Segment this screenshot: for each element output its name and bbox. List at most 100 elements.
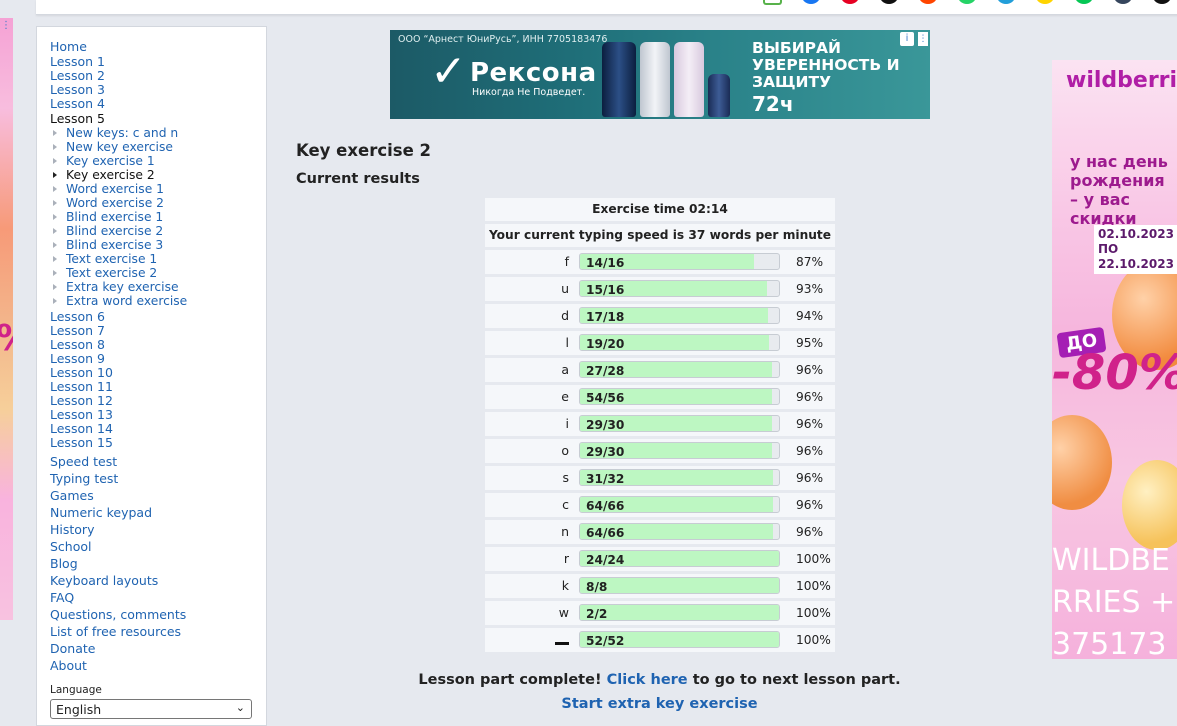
ad-info-icon[interactable]: i <box>900 32 914 46</box>
submenu-item[interactable]: Key exercise 2 <box>53 168 187 182</box>
ad-slogan: Никогда Не Подведет. <box>472 87 586 98</box>
key-label: e <box>561 389 569 404</box>
sidebar-link-about[interactable]: About <box>50 657 187 674</box>
cart-icon[interactable] <box>763 0 782 5</box>
result-row: k 8/8 100% <box>485 574 835 598</box>
key-count: 54/56 <box>586 391 625 405</box>
sidebar-link-speed-test[interactable]: Speed test <box>50 453 187 470</box>
exercise-time: Exercise time 02:14 <box>485 198 835 221</box>
sidebar-item-lesson-3[interactable]: Lesson 3 <box>50 83 187 97</box>
sidebar-link-history[interactable]: History <box>50 521 187 538</box>
extra-exercise-link[interactable]: Start extra key exercise <box>296 696 1023 712</box>
submenu-item[interactable]: Word exercise 2 <box>53 196 187 210</box>
ad-options-icon[interactable]: ⋮ <box>1 21 11 31</box>
triangle-bullet-icon <box>53 270 57 276</box>
submenu-item[interactable]: Text exercise 2 <box>53 266 187 280</box>
sidebar-item-lesson-14[interactable]: Lesson 14 <box>50 422 187 436</box>
sidebar-link-list-of-free-resources[interactable]: List of free resources <box>50 623 187 640</box>
key-count: 19/20 <box>586 337 625 351</box>
result-row: a 27/28 96% <box>485 358 835 382</box>
whatsapp-icon[interactable] <box>957 0 977 4</box>
accuracy-bar: 27/28 <box>579 361 780 378</box>
submenu-item-label: Extra word exercise <box>66 294 188 308</box>
x-icon[interactable] <box>879 0 899 4</box>
next-lesson-link[interactable]: Click here <box>607 672 688 688</box>
submenu-item[interactable]: Blind exercise 3 <box>53 238 187 252</box>
triangle-bullet-icon <box>53 214 57 220</box>
sidebar-link-typing-test[interactable]: Typing test <box>50 470 187 487</box>
space-key-icon <box>485 628 569 645</box>
sidebar-item-lesson-15[interactable]: Lesson 15 <box>50 436 187 450</box>
submenu-item-label: Key exercise 1 <box>66 154 155 168</box>
submenu-item-label: Word exercise 1 <box>66 182 164 196</box>
sidebar-item-lesson-12[interactable]: Lesson 12 <box>50 394 187 408</box>
sidebar-link-donate[interactable]: Donate <box>50 640 187 657</box>
triangle-bullet-icon <box>53 186 57 192</box>
sidebar-item-lesson-6[interactable]: Lesson 6 <box>50 310 187 324</box>
sidebar-link-blog[interactable]: Blog <box>50 555 187 572</box>
left-side-ad[interactable]: ⋮ % <box>0 18 13 620</box>
submenu-item[interactable]: Blind exercise 2 <box>53 224 187 238</box>
result-row: l 19/20 95% <box>485 331 835 355</box>
language-select[interactable]: English ⌄ <box>50 699 252 719</box>
key-accuracy-percent: 100% <box>796 606 831 620</box>
facebook-icon[interactable] <box>801 0 821 4</box>
sidebar-item-lesson-11[interactable]: Lesson 11 <box>50 380 187 394</box>
submenu-item[interactable]: Extra word exercise <box>53 294 188 310</box>
sidebar-item-lesson-7[interactable]: Lesson 7 <box>50 324 187 338</box>
ad-brand: Рексона <box>470 58 597 88</box>
submenu-item[interactable]: New keys: c and n <box>53 126 187 140</box>
sidebar-item-lesson-2[interactable]: Lesson 2 <box>50 69 187 83</box>
sidebar-item-lesson-10[interactable]: Lesson 10 <box>50 366 187 380</box>
submenu-item[interactable]: Blind exercise 1 <box>53 210 187 224</box>
submenu-item[interactable]: Extra key exercise <box>53 280 187 294</box>
threads-icon[interactable] <box>1152 0 1172 4</box>
sidebar-item-lesson-9[interactable]: Lesson 9 <box>50 352 187 366</box>
spacebar-icon <box>555 642 569 645</box>
tumblr-icon[interactable] <box>1113 0 1133 4</box>
sidebar-item-home[interactable]: Home <box>50 38 187 55</box>
reddit-icon[interactable] <box>918 0 938 4</box>
key-count: 2/2 <box>586 607 608 621</box>
sidebar-link-games[interactable]: Games <box>50 487 187 504</box>
key-accuracy-percent: 100% <box>796 579 831 593</box>
sidebar-item-lesson-1[interactable]: Lesson 1 <box>50 55 187 69</box>
submenu-item[interactable]: Word exercise 1 <box>53 182 187 196</box>
top-banner-ad[interactable]: ООО “Арнест ЮниРусь”, ИНН 7705183476 ✓ Р… <box>390 30 930 119</box>
page-title: Key exercise 2 <box>296 141 432 160</box>
sidebar-item-lesson-4[interactable]: Lesson 4 <box>50 97 187 111</box>
key-count: 29/30 <box>586 445 625 459</box>
result-row: u 15/16 93% <box>485 277 835 301</box>
checkmark-logo-icon: ✓ <box>430 46 467 97</box>
right-side-ad[interactable]: wildberries у нас день рождения – у вас … <box>1052 60 1177 659</box>
result-row: d 17/18 94% <box>485 304 835 328</box>
sidebar-link-faq[interactable]: FAQ <box>50 589 187 606</box>
sidebar-link-keyboard-layouts[interactable]: Keyboard layouts <box>50 572 187 589</box>
sidebar-item-lesson-13[interactable]: Lesson 13 <box>50 408 187 422</box>
key-accuracy-percent: 100% <box>796 552 831 566</box>
result-row: 52/52 100% <box>485 628 835 652</box>
result-row: c 64/66 96% <box>485 493 835 517</box>
telegram-icon[interactable] <box>996 0 1016 4</box>
pinterest-icon[interactable] <box>840 0 860 4</box>
submenu-item[interactable]: Key exercise 1 <box>53 154 187 168</box>
key-label: i <box>565 416 569 431</box>
sidebar-item-lesson-8[interactable]: Lesson 8 <box>50 338 187 352</box>
ad-discount: -80% <box>1052 345 1177 401</box>
key-count: 14/16 <box>586 256 625 270</box>
key-accuracy-percent: 96% <box>796 390 824 404</box>
sidebar-link-numeric-keypad[interactable]: Numeric keypad <box>50 504 187 521</box>
yahoo-icon[interactable] <box>1035 0 1055 4</box>
submenu-item[interactable]: Text exercise 1 <box>53 252 187 266</box>
submenu-item-label: Text exercise 1 <box>66 252 158 266</box>
sidebar-link-school[interactable]: School <box>50 538 187 555</box>
triangle-bullet-icon <box>53 242 57 248</box>
submenu-item[interactable]: New key exercise <box>53 140 187 154</box>
submenu-item-label: Key exercise 2 <box>66 168 155 182</box>
accuracy-bar: 64/66 <box>579 523 780 540</box>
sidebar-link-questions-comments[interactable]: Questions, comments <box>50 606 187 623</box>
accuracy-bar: 17/18 <box>579 307 780 324</box>
line-icon[interactable] <box>1074 0 1094 4</box>
triangle-bullet-icon <box>53 228 57 234</box>
ad-menu-icon[interactable]: ⋮ <box>918 32 928 46</box>
